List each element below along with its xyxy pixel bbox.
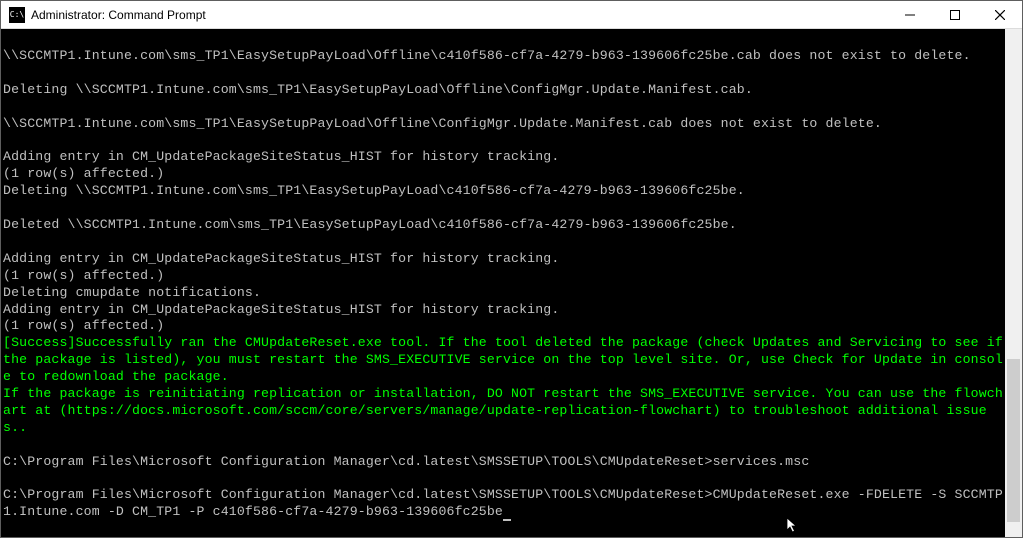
console-line: Deleting \\SCCMTP1.Intune.com\sms_TP1\Ea… [3,183,745,198]
console-line: [Success]Successfully ran the CMUpdateRe… [3,335,1005,384]
console-line: Adding entry in CM_UpdatePackageSiteStat… [3,251,559,266]
maximize-icon [950,10,960,20]
console-output[interactable]: \\SCCMTP1.Intune.com\sms_TP1\EasySetupPa… [1,29,1005,537]
maximize-button[interactable] [932,1,977,29]
close-icon [995,10,1005,20]
scrollbar-vertical[interactable] [1005,29,1022,537]
console-line: C:\Program Files\Microsoft Configuration… [3,454,809,469]
console-line: If the package is reinitiating replicati… [3,386,1003,435]
app-icon: C:\ [9,7,25,23]
minimize-icon [905,10,915,20]
text-cursor [503,519,511,521]
client-area: \\SCCMTP1.Intune.com\sms_TP1\EasySetupPa… [1,29,1022,537]
titlebar-controls [887,1,1022,28]
console-line: Deleting cmupdate notifications. [3,285,261,300]
window-title: Administrator: Command Prompt [31,8,887,22]
console-line: C:\Program Files\Microsoft Configuration… [3,487,1003,519]
titlebar[interactable]: C:\ Administrator: Command Prompt [1,1,1022,29]
scrollbar-thumb[interactable] [1007,359,1020,522]
console-line: Adding entry in CM_UpdatePackageSiteStat… [3,149,559,164]
console-line: \\SCCMTP1.Intune.com\sms_TP1\EasySetupPa… [3,48,971,63]
console-line: Deleted \\SCCMTP1.Intune.com\sms_TP1\Eas… [3,217,737,232]
close-button[interactable] [977,1,1022,29]
console-line: Deleting \\SCCMTP1.Intune.com\sms_TP1\Ea… [3,82,753,97]
console-line: \\SCCMTP1.Intune.com\sms_TP1\EasySetupPa… [3,116,882,131]
minimize-button[interactable] [887,1,932,29]
console-line: (1 row(s) affected.) [3,268,164,283]
console-line: Adding entry in CM_UpdatePackageSiteStat… [3,302,559,317]
console-line: (1 row(s) affected.) [3,166,164,181]
console-line: (1 row(s) affected.) [3,318,164,333]
window-frame: C:\ Administrator: Command Prompt \\SCCM… [0,0,1023,538]
